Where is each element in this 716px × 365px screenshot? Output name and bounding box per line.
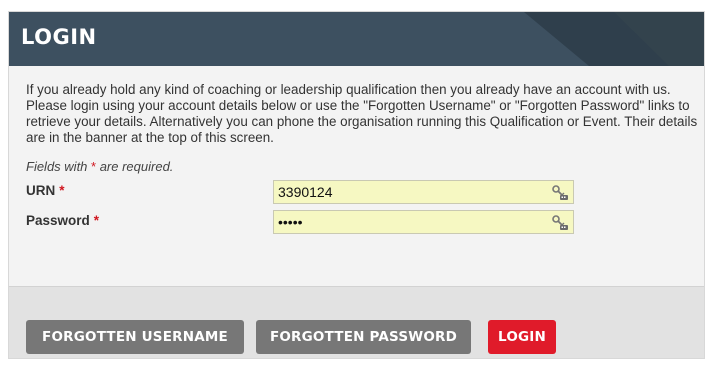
- login-header: LOGIN: [9, 12, 704, 66]
- password-label-text: Password: [26, 213, 90, 228]
- urn-label: URN *: [26, 183, 65, 198]
- urn-input[interactable]: [273, 180, 574, 204]
- forgotten-username-button[interactable]: FORGOTTEN USERNAME: [26, 320, 244, 354]
- urn-row: URN *: [26, 178, 687, 208]
- urn-label-text: URN: [26, 183, 56, 198]
- required-fields-note: Fields with * are required.: [26, 159, 687, 174]
- key-autofill-icon[interactable]: [550, 184, 568, 200]
- urn-required-asterisk: *: [59, 183, 65, 198]
- button-bar: FORGOTTEN USERNAME FORGOTTEN PASSWORD LO…: [9, 286, 704, 358]
- password-label: Password *: [26, 213, 99, 228]
- page-title: LOGIN: [21, 25, 97, 49]
- key-autofill-icon[interactable]: [550, 214, 568, 230]
- intro-text: If you already hold any kind of coaching…: [26, 82, 698, 145]
- header-decoration: [524, 12, 704, 66]
- password-row: Password *: [26, 208, 687, 238]
- password-required-asterisk: *: [93, 213, 100, 228]
- login-button[interactable]: LOGIN: [488, 320, 556, 354]
- login-body: If you already hold any kind of coaching…: [9, 66, 704, 238]
- forgotten-password-button[interactable]: FORGOTTEN PASSWORD: [256, 320, 471, 354]
- password-input[interactable]: [273, 210, 574, 234]
- required-note-suffix: are required.: [96, 159, 174, 174]
- login-panel: LOGIN If you already hold any kind of co…: [8, 11, 705, 359]
- required-note-prefix: Fields with: [26, 159, 92, 174]
